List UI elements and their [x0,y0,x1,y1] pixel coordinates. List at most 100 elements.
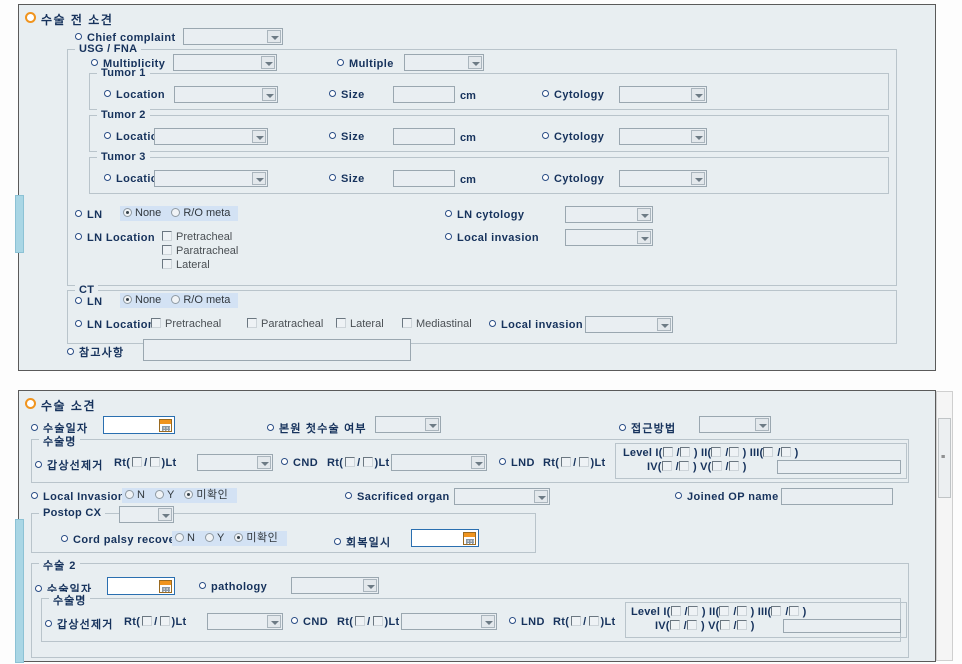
checkbox-icon[interactable] [780,447,791,457]
ct-ln-location-paratracheal[interactable]: Paratracheal [247,318,323,330]
tumor-2-location-select[interactable] [154,128,268,145]
chevron-down-icon[interactable] [691,130,705,143]
usg-ln-location-lateral[interactable]: Lateral [162,259,210,271]
checkbox-icon[interactable] [662,447,673,457]
chief-complaint-select[interactable] [183,28,283,45]
chevron-down-icon[interactable] [261,56,275,69]
checkbox-icon[interactable] [372,616,383,626]
calendar-icon[interactable] [463,532,476,545]
checkbox-icon[interactable] [728,461,739,471]
thyroidectomy-select[interactable] [197,454,273,471]
multiple-select[interactable] [404,54,484,71]
usg-local-invasion-select[interactable] [565,229,653,246]
checkbox-icon[interactable] [711,461,722,471]
ct-ln-radio-ro-meta[interactable]: R/O meta [171,293,230,308]
chevron-down-icon[interactable] [691,172,705,185]
chevron-down-icon[interactable] [637,231,651,244]
tumor-2-size-input[interactable] [393,128,455,145]
usg-ln-location-paratracheal[interactable]: Paratracheal [162,245,238,257]
calendar-icon[interactable] [159,419,172,432]
chevron-down-icon[interactable] [637,208,651,221]
op-local-invasion-radio-unknown[interactable]: 미확인 [184,488,228,503]
op2-lnd-side-checkboxes[interactable]: Rt(/)Lt [553,616,615,628]
chevron-down-icon[interactable] [657,318,671,331]
op2-pathology-select[interactable] [291,577,379,594]
ct-ln-radio-group[interactable]: None R/O meta [120,293,238,308]
op2-cnd-side-checkboxes[interactable]: Rt(/)Lt [337,616,399,628]
checkbox-icon[interactable] [132,457,143,467]
thyroidectomy-side-checkboxes[interactable]: Rt(/)Lt [114,457,176,469]
checkbox-icon[interactable] [736,606,747,616]
checkbox-icon[interactable] [719,606,730,616]
ln-cytology-select[interactable] [565,206,653,223]
chevron-down-icon[interactable] [363,579,377,592]
chevron-down-icon[interactable] [468,56,482,69]
ct-local-invasion-select[interactable] [585,316,673,333]
chevron-down-icon[interactable] [262,88,276,101]
checkbox-icon[interactable] [771,606,782,616]
tumor-1-cytology-select[interactable] [619,86,707,103]
checkbox-icon[interactable] [162,231,172,241]
chevron-down-icon[interactable] [257,456,271,469]
lnd-level-note-input[interactable] [777,460,901,474]
checkbox-icon[interactable] [355,616,366,626]
calendar-icon[interactable] [159,580,172,593]
tumor-3-size-input[interactable] [393,170,455,187]
checkbox-icon[interactable] [669,620,680,630]
op2-date-input[interactable] [107,577,175,595]
tumor-1-location-select[interactable] [174,86,278,103]
checkbox-icon[interactable] [142,616,153,626]
ct-ln-location-mediastinal[interactable]: Mediastinal [402,318,472,330]
tumor-2-cytology-select[interactable] [619,128,707,145]
checkbox-icon[interactable] [149,457,160,467]
tumor-1-size-input[interactable] [393,86,455,103]
checkbox-icon[interactable] [788,606,799,616]
multiplicity-select[interactable] [173,54,277,71]
checkbox-icon[interactable] [402,318,412,328]
sacrificed-organ-select[interactable] [454,488,550,505]
chevron-down-icon[interactable] [471,456,485,469]
chevron-down-icon[interactable] [755,418,769,431]
checkbox-icon[interactable] [670,606,681,616]
checkbox-icon[interactable] [571,616,582,626]
postop-cx-select[interactable] [119,506,174,523]
op2-cnd-select[interactable] [401,613,497,630]
checkbox-icon[interactable] [736,620,747,630]
op2-thyroidectomy-select[interactable] [207,613,283,630]
checkbox-icon[interactable] [763,447,774,457]
tumor-3-location-select[interactable] [154,170,268,187]
ct-ln-location-lateral[interactable]: Lateral [336,318,384,330]
cord-palsy-radio-unknown[interactable]: 미확인 [234,531,278,546]
cord-palsy-recovery-radio-group[interactable]: N Y 미확인 [172,531,287,546]
lnd-levels-row-2[interactable]: IV(/) V(/) [647,461,747,473]
ct-ln-location-pretracheal[interactable]: Pretracheal [151,318,221,330]
remark-input[interactable] [143,339,411,361]
chevron-down-icon[interactable] [252,172,266,185]
op2-lnd-levels-row-2[interactable]: IV(/) V(/) [655,620,755,632]
chevron-down-icon[interactable] [481,615,495,628]
checkbox-icon[interactable] [711,447,722,457]
checkbox-icon[interactable] [162,259,172,269]
tumor-3-cytology-select[interactable] [619,170,707,187]
checkbox-icon[interactable] [679,447,690,457]
usg-ln-radio-none[interactable]: None [123,206,161,221]
approach-select[interactable] [699,416,771,433]
op-local-invasion-radio-n[interactable]: N [125,488,145,503]
op2-lnd-level-note-input[interactable] [783,619,901,633]
chevron-down-icon[interactable] [691,88,705,101]
cnd-side-checkboxes[interactable]: Rt(/)Lt [327,457,389,469]
checkbox-icon[interactable] [159,616,170,626]
op-vertical-scrollbar[interactable]: ≡ [936,391,953,661]
usg-ln-radio-ro-meta[interactable]: R/O meta [171,206,230,221]
op-local-invasion-radio-group[interactable]: N Y 미확인 [122,488,237,503]
chevron-down-icon[interactable] [267,615,281,628]
chevron-down-icon[interactable] [267,30,281,43]
checkbox-icon[interactable] [728,447,739,457]
recovery-date-input[interactable] [411,529,479,547]
chevron-down-icon[interactable] [158,508,172,521]
first-op-select[interactable] [375,416,441,433]
checkbox-icon[interactable] [661,461,672,471]
chevron-down-icon[interactable] [252,130,266,143]
lnd-levels-row-1[interactable]: Level I(/) II(/) III(/) [623,447,799,459]
checkbox-icon[interactable] [678,461,689,471]
